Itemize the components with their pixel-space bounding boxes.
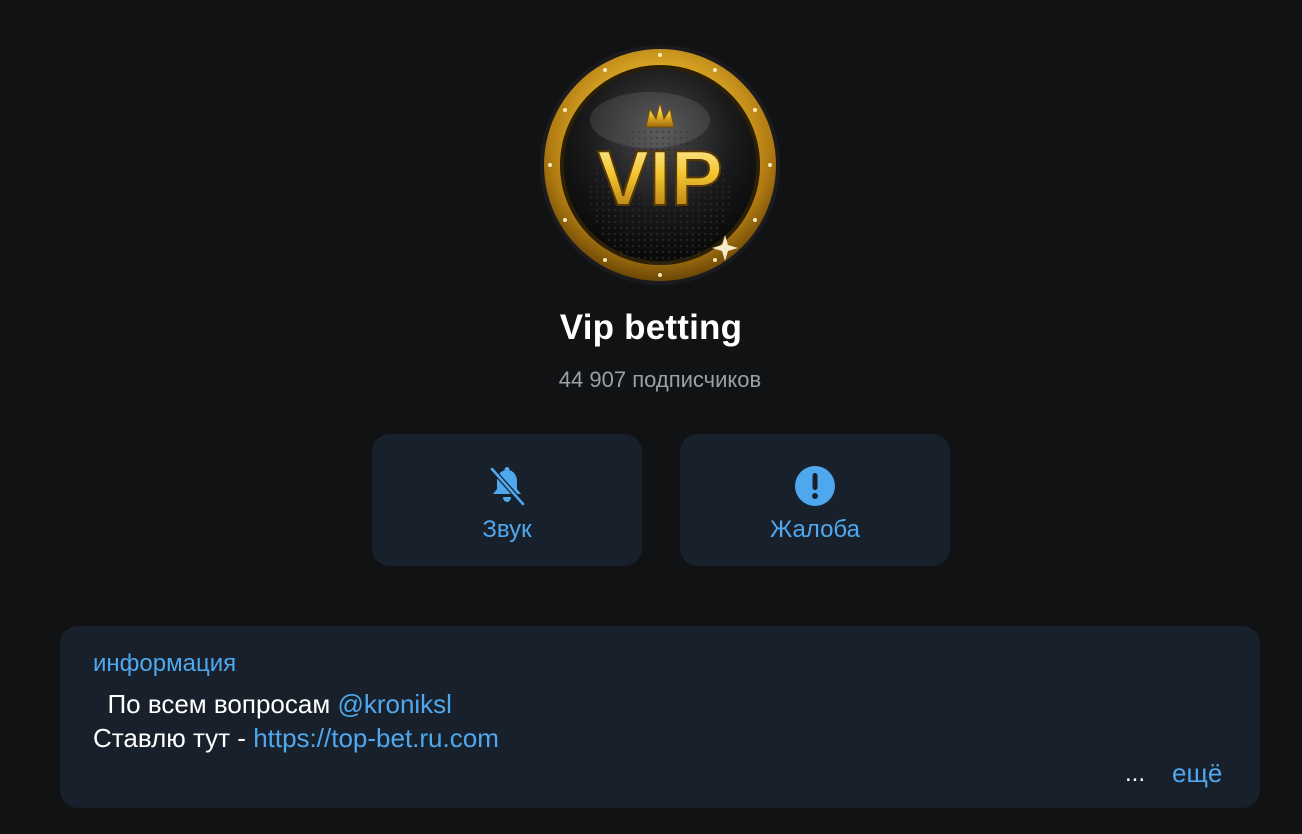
info-line-contact: По всем вопросам @kroniksl [93,689,452,720]
channel-avatar[interactable]: VIP [540,45,780,285]
truncation-ellipsis: ... [1125,760,1146,787]
avatar-logo-text: VIP [597,134,723,222]
channel-title: Vip betting [559,308,743,347]
exclamation-circle-icon [795,466,835,506]
info-line-contact-text: По всем вопросам [93,689,338,719]
info-line-website: Ставлю тут - https://top-bet.ru.com [93,723,499,754]
info-section-label: информация [93,650,237,677]
vip-logo-image: VIP [540,45,780,285]
contact-username-link[interactable]: @kroniksl [337,689,452,719]
sound-button-label: Звук [482,516,532,543]
website-link[interactable]: https://top-bet.ru.com [253,723,499,753]
report-button[interactable]: Жалоба [680,434,950,566]
channel-profile-page: VIP Vip betting 44 907 подписчиков Звук … [0,0,1302,834]
bell-muted-icon [489,466,526,507]
show-more-link[interactable]: ещё [1172,758,1222,789]
info-card: информация По всем вопросам @kroniksl Ст… [60,626,1260,808]
subscriber-count: 44 907 подписчиков [558,367,762,392]
sound-button[interactable]: Звук [372,434,642,566]
info-line-website-text: Ставлю тут - [93,723,254,753]
report-button-label: Жалоба [770,516,860,543]
